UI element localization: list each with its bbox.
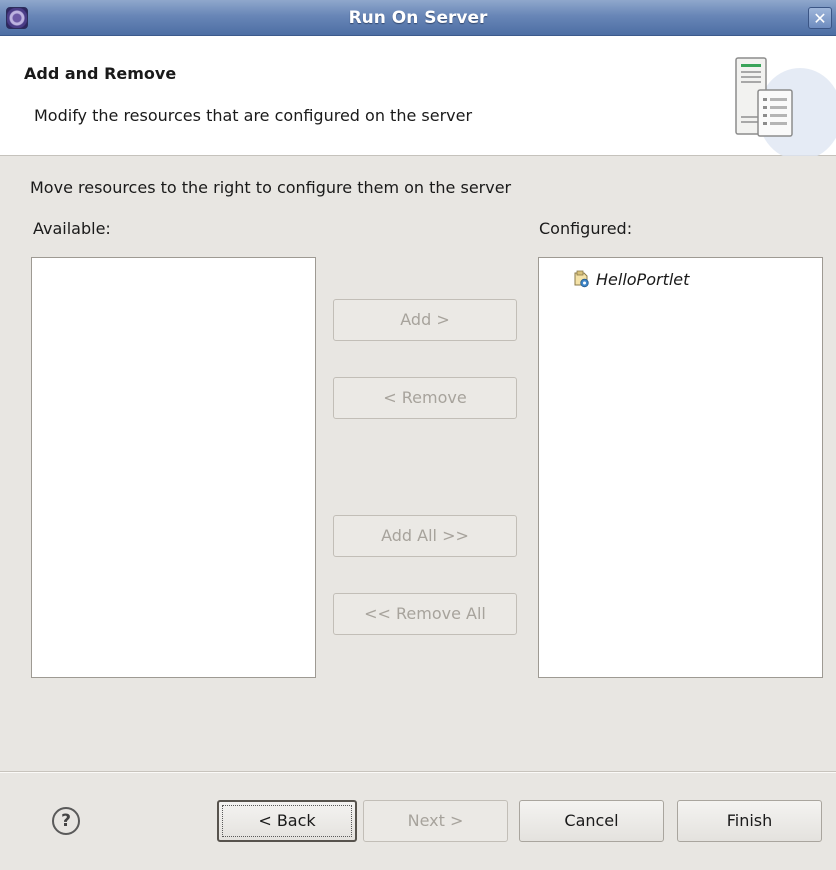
add-button[interactable]: Add > bbox=[333, 299, 517, 341]
remove-all-button[interactable]: << Remove All bbox=[333, 593, 517, 635]
available-list[interactable] bbox=[31, 257, 316, 678]
title-bar: Run On Server ✕ bbox=[0, 0, 836, 36]
add-all-button[interactable]: Add All >> bbox=[333, 515, 517, 557]
remove-button[interactable]: < Remove bbox=[333, 377, 517, 419]
back-button[interactable]: < Back bbox=[217, 800, 357, 842]
configured-item-helloportlet[interactable]: HelloPortlet bbox=[572, 268, 689, 290]
page-title: Add and Remove bbox=[24, 64, 177, 83]
cancel-button[interactable]: Cancel bbox=[519, 800, 664, 842]
instruction-text: Move resources to the right to configure… bbox=[30, 178, 512, 197]
footer-separator bbox=[0, 771, 836, 773]
help-icon[interactable]: ? bbox=[52, 807, 80, 835]
configured-label: Configured: bbox=[539, 219, 633, 238]
next-button[interactable]: Next > bbox=[363, 800, 508, 842]
configured-item-label: HelloPortlet bbox=[596, 269, 690, 289]
server-banner-icon bbox=[735, 57, 836, 156]
close-button[interactable]: ✕ bbox=[808, 7, 832, 29]
page-description: Modify the resources that are configured… bbox=[34, 106, 473, 125]
configured-list[interactable]: HelloPortlet bbox=[538, 257, 823, 678]
window-title: Run On Server bbox=[348, 8, 488, 28]
wizard-header: Add and Remove Modify the resources that… bbox=[0, 36, 836, 156]
focus-ring bbox=[222, 805, 352, 837]
finish-button[interactable]: Finish bbox=[677, 800, 822, 842]
portlet-project-icon bbox=[574, 270, 589, 288]
available-label: Available: bbox=[33, 219, 111, 238]
